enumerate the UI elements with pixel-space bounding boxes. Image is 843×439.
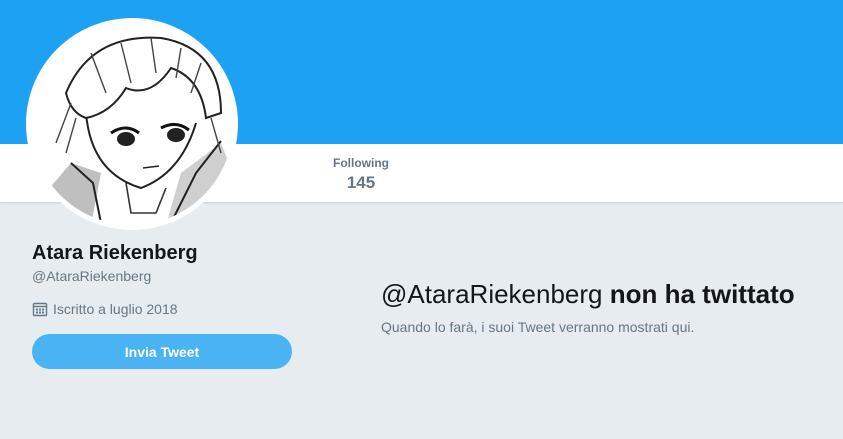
empty-timeline-message: Quando lo farà, i suoi Tweet verranno mo… xyxy=(381,319,695,335)
empty-timeline-title-text: non ha twittato xyxy=(609,279,795,309)
following-label: Following xyxy=(333,156,389,170)
avatar-image xyxy=(31,23,233,225)
joined-date: Iscritto a luglio 2018 xyxy=(32,299,178,319)
profile-handle[interactable]: @AtaraRiekenberg xyxy=(32,267,151,285)
profile-avatar[interactable] xyxy=(26,18,238,230)
empty-timeline-handle: @AtaraRiekenberg xyxy=(381,279,603,309)
joined-text: Iscritto a luglio 2018 xyxy=(53,301,178,317)
following-count: 145 xyxy=(346,173,376,192)
calendar-icon xyxy=(32,302,48,317)
send-tweet-button[interactable]: Invia Tweet xyxy=(32,334,292,369)
following-stat[interactable]: Following 145 xyxy=(330,156,392,194)
empty-timeline-title: @AtaraRiekenberg non ha twittato xyxy=(381,278,795,310)
profile-name[interactable]: Atara Riekenberg xyxy=(32,240,198,266)
